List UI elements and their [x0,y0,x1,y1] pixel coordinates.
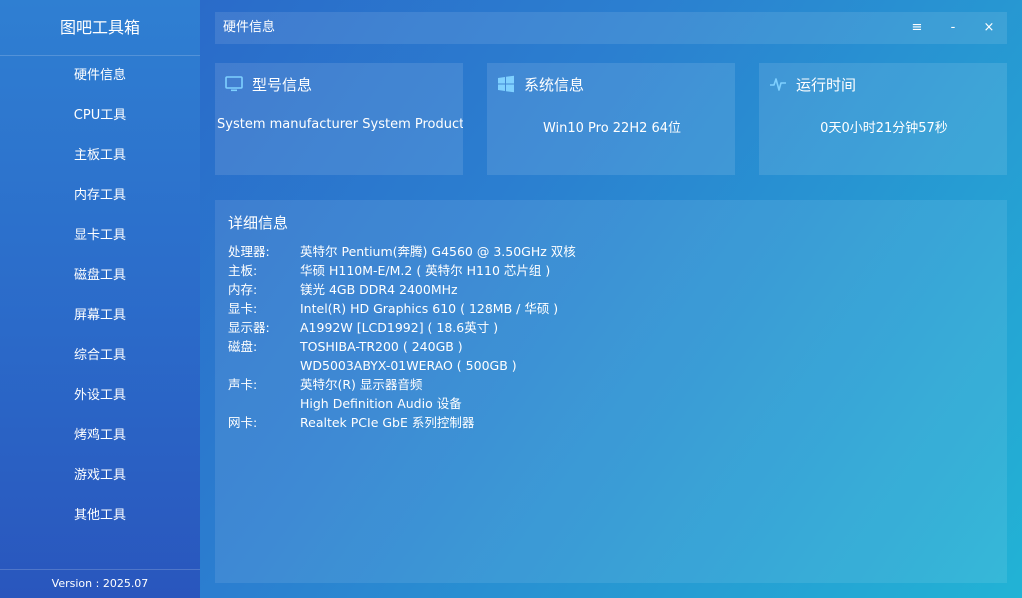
pulse-icon [770,78,786,91]
detail-label: 显卡: [228,301,258,316]
detail-row-disk: 磁盘: TOSHIBA-TR200 ( 240GB ) [228,337,576,356]
version-label: Version : 2025.07 [0,569,200,598]
detail-value: A1992W [LCD1992] ( 18.6英寸 ) [300,320,499,335]
detail-value: 镁光 4GB DDR4 2400MHz [300,282,458,297]
uptime-header: 运行时间 [769,73,856,95]
system-info-value: Win10 Pro 22H2 64位 [542,121,682,136]
detail-label: 处理器: [228,244,270,259]
model-info-value: System manufacturer System Product N [217,117,463,132]
detail-row-monitor: 显示器: A1992W [LCD1992] ( 18.6英寸 ) [228,318,576,337]
sidebar-item-stress-tools[interactable]: 烤鸡工具 [0,416,200,456]
sidebar-item-cpu-tools[interactable]: CPU工具 [0,96,200,136]
detail-value: Realtek PCIe GbE 系列控制器 [300,415,475,430]
model-info-title: 型号信息 [252,75,313,94]
detail-label: 网卡: [228,415,258,430]
detail-value: 华硕 H110M-E/M.2 ( 英特尔 H110 芯片组 ) [300,263,551,278]
detail-label [228,356,300,375]
sidebar-item-gpu-tools[interactable]: 显卡工具 [0,216,200,256]
sidebar-nav: 硬件信息 CPU工具 主板工具 内存工具 显卡工具 磁盘工具 屏幕工具 综合工具… [0,56,200,536]
model-info-header: 型号信息 [225,73,312,95]
sidebar: 图吧工具箱 硬件信息 CPU工具 主板工具 内存工具 显卡工具 磁盘工具 屏幕工… [0,0,200,598]
detail-value: 英特尔(R) 显示器音频 [300,377,423,392]
system-info-card: 系统信息 Win10 Pro 22H2 64位 [487,63,735,175]
detail-label: 显示器: [228,320,270,335]
system-info-title: 系统信息 [524,75,585,94]
detail-row-memory: 内存: 镁光 4GB DDR4 2400MHz [228,280,576,299]
detail-row-audio-2: High Definition Audio 设备 [228,394,576,413]
app-title: 图吧工具箱 [0,0,200,56]
detail-label: 内存: [228,282,258,297]
windows-icon [498,75,514,93]
detail-label: 磁盘: [228,339,258,354]
detail-value: 英特尔 Pentium(奔腾) G4560 @ 3.50GHz 双核 [300,244,576,259]
monitor-icon [225,76,243,92]
title-bar: 硬件信息 ≡ - × [215,12,1007,44]
system-info-header: 系统信息 [497,73,584,95]
sidebar-item-screen-tools[interactable]: 屏幕工具 [0,296,200,336]
minimize-button[interactable]: - [938,12,968,44]
detail-value: TOSHIBA-TR200 ( 240GB ) [300,339,463,354]
detail-title: 详细信息 [228,214,289,232]
menu-icon[interactable]: ≡ [902,12,932,44]
detail-row-gpu: 显卡: Intel(R) HD Graphics 610 ( 128MB / 华… [228,299,576,318]
uptime-card: 运行时间 0天0小时21分钟57秒 [759,63,1007,175]
sidebar-item-other-tools[interactable]: 其他工具 [0,496,200,536]
detail-value: WD5003ABYX-01WERAO ( 500GB ) [300,358,517,373]
uptime-value: 0天0小时21分钟57秒 [820,121,948,136]
detail-row-network: 网卡: Realtek PCIe GbE 系列控制器 [228,413,576,432]
detail-row-cpu: 处理器: 英特尔 Pentium(奔腾) G4560 @ 3.50GHz 双核 [228,242,576,261]
detail-label: 声卡: [228,377,258,392]
model-info-card: 型号信息 System manufacturer System Product … [215,63,463,175]
detail-rows: 处理器: 英特尔 Pentium(奔腾) G4560 @ 3.50GHz 双核 … [228,242,576,432]
detail-row-disk-2: WD5003ABYX-01WERAO ( 500GB ) [228,356,576,375]
detail-value: High Definition Audio 设备 [300,396,462,411]
sidebar-item-general-tools[interactable]: 综合工具 [0,336,200,376]
page-title: 硬件信息 [223,20,276,35]
detail-panel: 详细信息 处理器: 英特尔 Pentium(奔腾) G4560 @ 3.50GH… [215,200,1007,583]
sidebar-item-motherboard-tools[interactable]: 主板工具 [0,136,200,176]
detail-value: Intel(R) HD Graphics 610 ( 128MB / 华硕 ) [300,301,559,316]
app-window: 图吧工具箱 硬件信息 CPU工具 主板工具 内存工具 显卡工具 磁盘工具 屏幕工… [0,0,1022,598]
sidebar-item-peripheral-tools[interactable]: 外设工具 [0,376,200,416]
detail-label [228,394,300,413]
close-button[interactable]: × [974,12,1004,44]
uptime-title: 运行时间 [796,75,857,94]
detail-label: 主板: [228,263,258,278]
sidebar-item-memory-tools[interactable]: 内存工具 [0,176,200,216]
sidebar-item-disk-tools[interactable]: 磁盘工具 [0,256,200,296]
detail-row-motherboard: 主板: 华硕 H110M-E/M.2 ( 英特尔 H110 芯片组 ) [228,261,576,280]
sidebar-item-game-tools[interactable]: 游戏工具 [0,456,200,496]
sidebar-item-hardware-info[interactable]: 硬件信息 [0,56,200,96]
detail-row-audio: 声卡: 英特尔(R) 显示器音频 [228,375,576,394]
